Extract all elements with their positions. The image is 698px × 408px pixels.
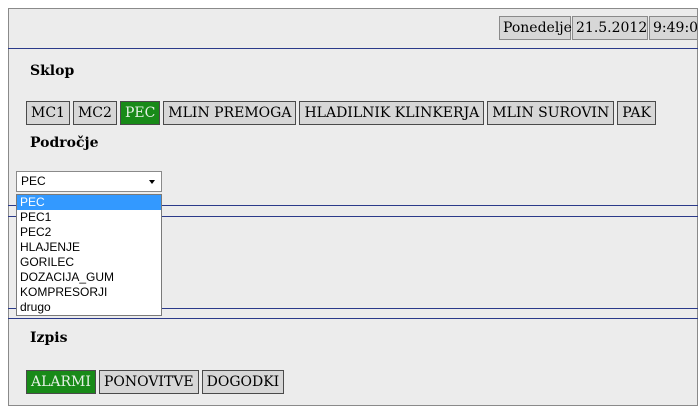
izpis-button-row: ALARMI PONOVITVE DOGODKI bbox=[26, 370, 287, 394]
sklop-button-pak[interactable]: PAK bbox=[617, 101, 656, 125]
sklop-button-pec[interactable]: PEC bbox=[119, 101, 161, 125]
section-divider bbox=[8, 48, 698, 49]
sklop-button-mlin-surovin[interactable]: MLIN SUROVIN bbox=[487, 101, 615, 125]
dropdown-option-pec[interactable]: PEC bbox=[17, 195, 161, 210]
chevron-down-icon bbox=[149, 180, 155, 184]
izpis-button-alarmi[interactable]: ALARMI bbox=[26, 370, 96, 394]
sklop-title: Sklop bbox=[30, 63, 75, 79]
dropdown-option-dozacija-gum[interactable]: DOZACIJA_GUM bbox=[17, 270, 161, 285]
izpis-button-dogodki[interactable]: DOGODKI bbox=[201, 370, 285, 394]
podrocje-dropdown-list: PEC PEC1 PEC2 HLAJENJE GORILEC DOZACIJA_… bbox=[16, 194, 162, 316]
izpis-title: Izpis bbox=[30, 330, 68, 346]
podrocje-select[interactable]: PEC bbox=[16, 171, 162, 192]
section-divider bbox=[8, 318, 698, 319]
podrocje-selected-value: PEC bbox=[21, 174, 46, 188]
sklop-button-row: MC1 MC2 PEC MLIN PREMOGA HLADILNIK KLINK… bbox=[26, 101, 659, 125]
podrocje-title: Področje bbox=[30, 135, 99, 151]
sklop-button-mc1[interactable]: MC1 bbox=[26, 101, 70, 125]
dropdown-option-pec2[interactable]: PEC2 bbox=[17, 225, 161, 240]
header-day: Ponedeljek bbox=[499, 16, 580, 40]
sklop-button-hladilnik-klinkerja[interactable]: HLADILNIK KLINKERJA bbox=[299, 101, 485, 125]
dropdown-option-gorilec[interactable]: GORILEC bbox=[17, 255, 161, 270]
dropdown-option-kompresorji[interactable]: KOMPRESORJI bbox=[17, 285, 161, 300]
dropdown-option-hlajenje[interactable]: HLAJENJE bbox=[17, 240, 161, 255]
header-time: 9:49:04 bbox=[649, 16, 698, 40]
sklop-button-mc2[interactable]: MC2 bbox=[72, 101, 117, 125]
dropdown-option-drugo[interactable]: drugo bbox=[17, 300, 161, 315]
header-date: 21.5.2012 bbox=[572, 16, 648, 40]
sklop-button-mlin-premoga[interactable]: MLIN PREMOGA bbox=[163, 101, 297, 125]
dropdown-option-pec1[interactable]: PEC1 bbox=[17, 210, 161, 225]
izpis-button-ponovitve[interactable]: PONOVITVE bbox=[98, 370, 199, 394]
